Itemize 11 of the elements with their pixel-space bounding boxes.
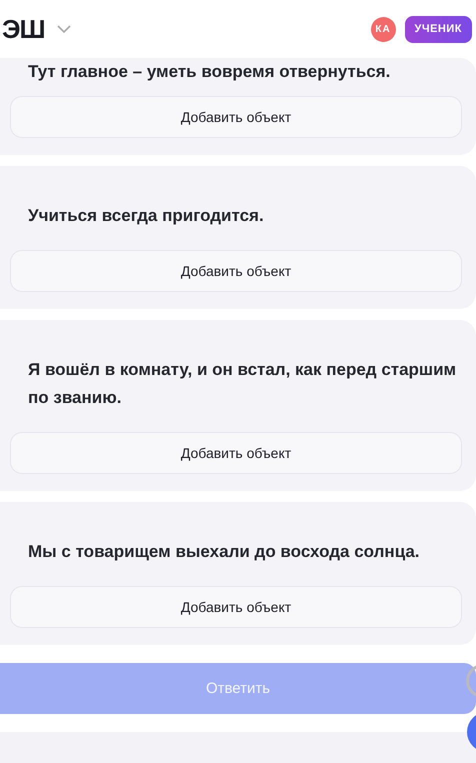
role-badge: УЧЕНИК — [404, 16, 472, 42]
add-object-button[interactable]: Добавить объект — [10, 96, 462, 138]
logo: ЭШ — [2, 14, 45, 44]
sentence-text: Тут главное – уметь вовремя отвернуться. — [27, 61, 392, 83]
add-object-button[interactable]: Добавить объект — [10, 250, 462, 292]
add-object-button[interactable]: Добавить объект — [10, 432, 462, 474]
add-object-button[interactable]: Добавить объект — [10, 586, 462, 628]
chevron-down-icon[interactable] — [56, 24, 71, 34]
sentence-text: Я вошёл в комнату, и он встал, как перед старшим по званию. — [27, 359, 458, 409]
sentence-text: Учиться всегда пригодится. — [27, 205, 265, 227]
sentence-text: Мы с товарищем выехали до восхода солнца. — [27, 541, 421, 563]
